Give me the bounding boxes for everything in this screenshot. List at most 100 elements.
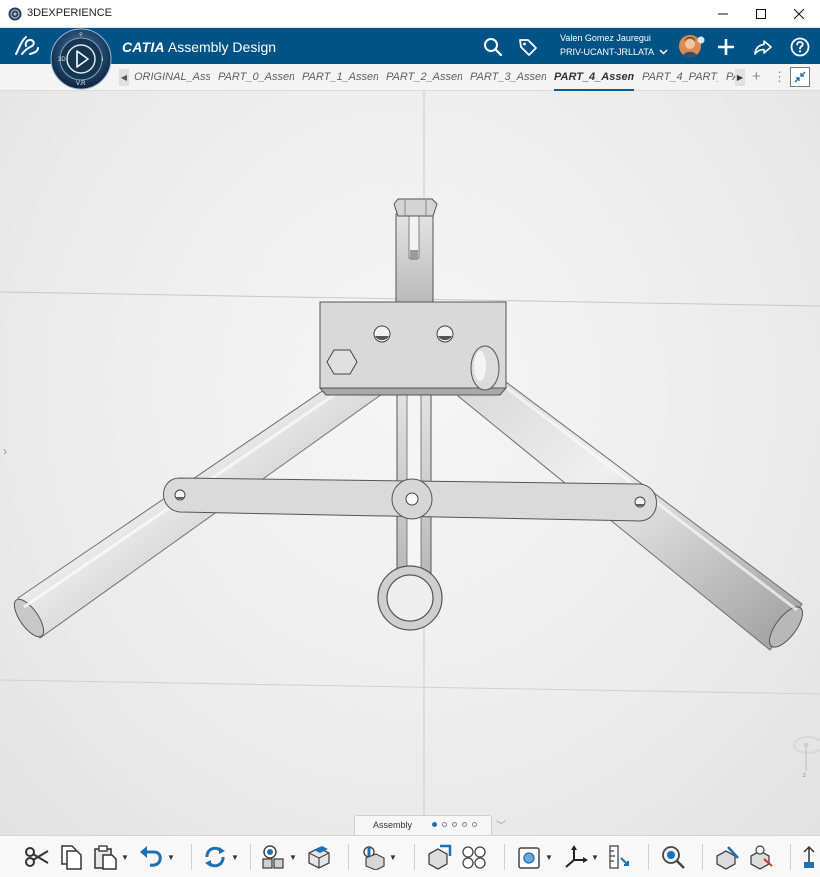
- tab-part-1-assembly[interactable]: PART_1_Assem: [302, 64, 378, 91]
- update-icon: [205, 846, 225, 868]
- explode-button[interactable]: [460, 844, 488, 870]
- add-button[interactable]: [715, 36, 737, 58]
- tab-part-3-assembly[interactable]: PART_3_Assem: [470, 64, 546, 91]
- measure-button[interactable]: [606, 844, 632, 870]
- axis-system-icon: [565, 845, 588, 868]
- tab-scroll-left-button[interactable]: ◀: [119, 69, 129, 86]
- section-dot-5[interactable]: [472, 822, 477, 827]
- search-button[interactable]: [482, 36, 504, 58]
- mini-compass-icon[interactable]: z: [786, 731, 820, 781]
- undo-button[interactable]: ▼: [138, 844, 175, 870]
- update-button[interactable]: ▼: [202, 844, 239, 870]
- compass-widget[interactable]: ⚲ 3D i V.R: [50, 28, 112, 90]
- app-title: CATIA Assembly Design: [122, 39, 276, 55]
- tab-original-assembly[interactable]: ORIGINAL_Ass: [134, 64, 210, 91]
- insert-part-icon: [308, 846, 330, 869]
- zoom-button[interactable]: [660, 844, 686, 870]
- axis-system-button[interactable]: ▼: [562, 844, 599, 870]
- compass-3d-label: 3D: [58, 57, 66, 63]
- insert-part-button[interactable]: [306, 844, 332, 870]
- tab-menu-button[interactable]: ⋮: [773, 69, 786, 85]
- toolbar-separator: [790, 844, 791, 870]
- close-button[interactable]: [780, 0, 818, 28]
- tab-scroll-right-button[interactable]: ▶: [735, 69, 745, 86]
- toolbar-separator: [414, 844, 415, 870]
- maximize-button[interactable]: [742, 0, 780, 28]
- caret-down-icon[interactable]: ▼: [591, 853, 599, 862]
- more-tools-button[interactable]: [800, 844, 818, 870]
- compass-tool-icon: [803, 845, 815, 868]
- chevron-down-icon[interactable]: ﹀: [496, 817, 506, 832]
- toolbar-separator: [348, 844, 349, 870]
- tenant-selector[interactable]: PRIV-UCANT-JRLLATA: [560, 45, 672, 59]
- view-mode-icon: [518, 847, 540, 869]
- section-label: Assembly: [373, 820, 413, 830]
- slotted-hanger[interactable]: [377, 213, 443, 631]
- clamp-block[interactable]: [318, 301, 508, 396]
- zoom-icon: [662, 846, 685, 869]
- copy-button[interactable]: [58, 844, 84, 870]
- tab-part-0-assembly[interactable]: PART_0_Assem: [218, 64, 294, 91]
- interference-button[interactable]: [748, 844, 774, 870]
- section-selector[interactable]: Assembly: [354, 815, 492, 835]
- compass-i-label: i: [102, 57, 103, 63]
- dassault-logo-icon: [15, 36, 39, 55]
- tag-button[interactable]: [517, 36, 539, 58]
- manipulate-button[interactable]: [426, 844, 452, 870]
- caret-down-icon[interactable]: ▼: [389, 853, 397, 862]
- chevron-down-icon: [659, 49, 668, 55]
- copy-icon: [61, 845, 82, 870]
- tab-part-2-assembly[interactable]: PART_2_Assem: [386, 64, 462, 91]
- caret-down-icon[interactable]: ▼: [289, 853, 297, 862]
- caret-down-icon[interactable]: ▼: [231, 853, 239, 862]
- 3d-viewport[interactable]: › z: [0, 91, 820, 835]
- window-titlebar: 3DEXPERIENCE: [0, 0, 820, 28]
- share-icon: [754, 40, 772, 55]
- collapse-arrows-icon: [794, 71, 806, 83]
- new-tab-button[interactable]: +: [752, 68, 761, 85]
- svg-text:z: z: [803, 773, 806, 779]
- analysis-button[interactable]: [714, 844, 740, 870]
- minimize-button[interactable]: [704, 0, 742, 28]
- engineering-connection-button[interactable]: ▼: [360, 844, 397, 870]
- toolbar-separator: [648, 844, 649, 870]
- document-tab-strip: ◀ ORIGINAL_Ass PART_0_Assem PART_1_Assem…: [0, 64, 820, 91]
- compass-vr-label: V.R: [76, 81, 86, 87]
- crossbar-link[interactable]: [163, 477, 657, 522]
- toolbar-separator: [702, 844, 703, 870]
- close-icon: [794, 9, 804, 19]
- cut-button[interactable]: [24, 844, 50, 870]
- app-name: Assembly Design: [167, 39, 277, 55]
- collapse-view-button[interactable]: [790, 67, 810, 87]
- measure-icon: [609, 845, 629, 869]
- 3dexperience-app-icon: [8, 7, 22, 21]
- caret-down-icon[interactable]: ▼: [545, 853, 553, 862]
- section-dot-4[interactable]: [462, 822, 467, 827]
- document-tabs: ORIGINAL_Ass PART_0_Assem PART_1_Assem P…: [134, 64, 746, 91]
- section-dot-2[interactable]: [442, 822, 447, 827]
- section-dot-1[interactable]: [432, 822, 437, 827]
- caret-down-icon[interactable]: ▼: [167, 853, 175, 862]
- top-bolt[interactable]: [393, 198, 438, 217]
- analysis-icon: [716, 846, 739, 870]
- paste-button[interactable]: ▼: [92, 844, 129, 870]
- section-dot-3[interactable]: [452, 822, 457, 827]
- action-bar: ▼ ▼ ▼ ▼ ▼ ▼ ▼: [0, 835, 820, 877]
- paste-icon: [94, 845, 117, 870]
- tab-part-4-part-2[interactable]: PART_4_PART_2: [642, 64, 718, 91]
- manipulate-icon: [428, 844, 452, 870]
- view-mode-button[interactable]: ▼: [516, 844, 553, 870]
- tab-part-4-assembly[interactable]: PART_4_Assem: [554, 64, 634, 91]
- help-button[interactable]: [789, 36, 811, 58]
- section-pager[interactable]: [432, 822, 477, 827]
- toolbar-separator: [250, 844, 251, 870]
- scissors-icon: [25, 847, 49, 867]
- engineering-connection-icon: [363, 846, 385, 870]
- chevron-right-icon[interactable]: ›: [3, 444, 7, 458]
- maximize-icon: [756, 9, 766, 19]
- caret-down-icon[interactable]: ▼: [121, 853, 129, 862]
- user-menu[interactable]: Valen Gomez Jauregui PRIV-UCANT-JRLLATA: [560, 32, 672, 59]
- share-button[interactable]: [752, 36, 774, 58]
- minimize-icon: [718, 13, 728, 15]
- insert-product-button[interactable]: ▼: [260, 844, 297, 870]
